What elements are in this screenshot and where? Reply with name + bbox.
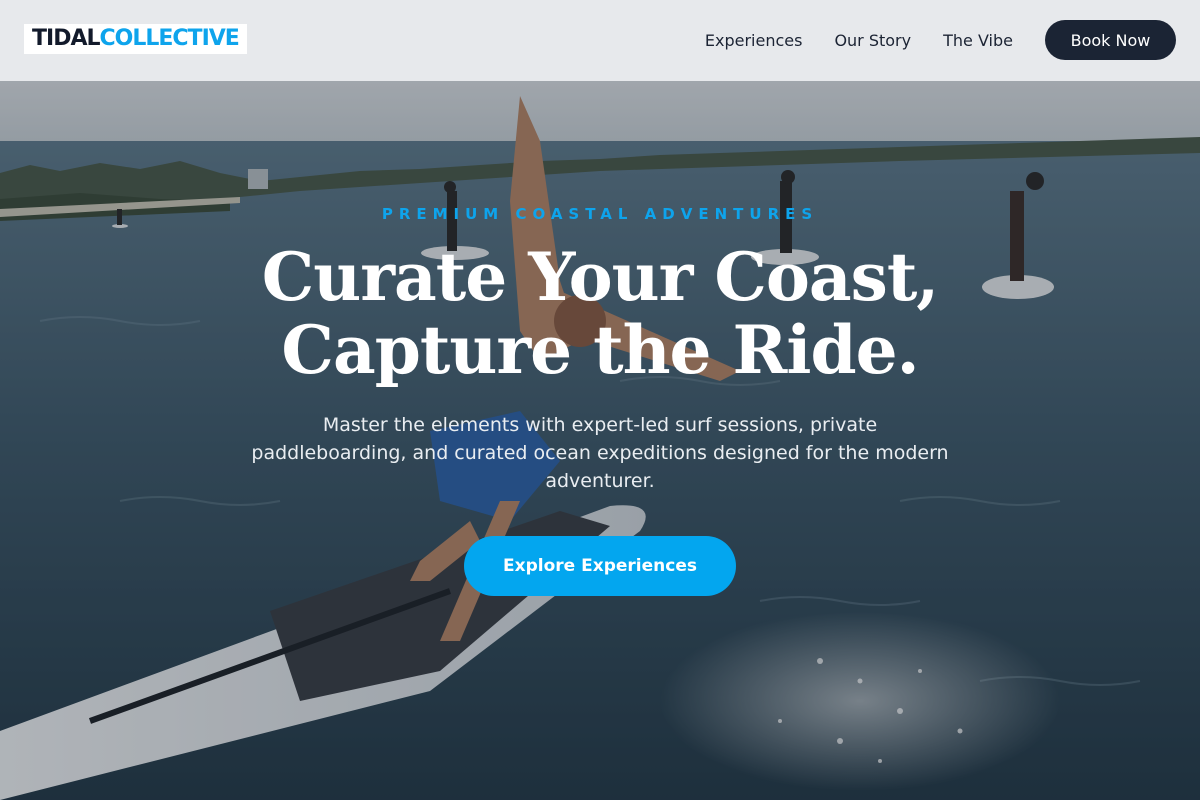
logo-word-tidal: TIDAL (32, 26, 100, 51)
hero-eyebrow: PREMIUM COASTAL ADVENTURES (381, 205, 819, 223)
book-now-button[interactable]: Book Now (1045, 20, 1176, 60)
hero-section: PREMIUM COASTAL ADVENTURES Curate Your C… (0, 81, 1200, 800)
hero-subtext: Master the elements with expert-led surf… (251, 414, 949, 492)
site-header: TIDAL COLLECTIVE Experiences Our Story Th… (0, 0, 1200, 81)
hero-headline: Curate Your Coast, Capture the Ride. (0, 241, 1200, 387)
main-nav: Experiences Our Story The Vibe Book Now (705, 20, 1176, 60)
explore-experiences-button[interactable]: Explore Experiences (464, 536, 736, 596)
nav-link-the-vibe[interactable]: The Vibe (943, 31, 1013, 50)
hero-headline-line2: Capture the Ride. (281, 311, 919, 389)
nav-link-our-story[interactable]: Our Story (834, 31, 911, 50)
hero-headline-line1: Curate Your Coast, (261, 238, 940, 316)
brand-logo[interactable]: TIDAL COLLECTIVE (24, 24, 247, 54)
logo-word-collective: COLLECTIVE (99, 26, 240, 51)
hero-content: PREMIUM COASTAL ADVENTURES Curate Your C… (0, 81, 1200, 800)
nav-link-experiences[interactable]: Experiences (705, 31, 803, 50)
